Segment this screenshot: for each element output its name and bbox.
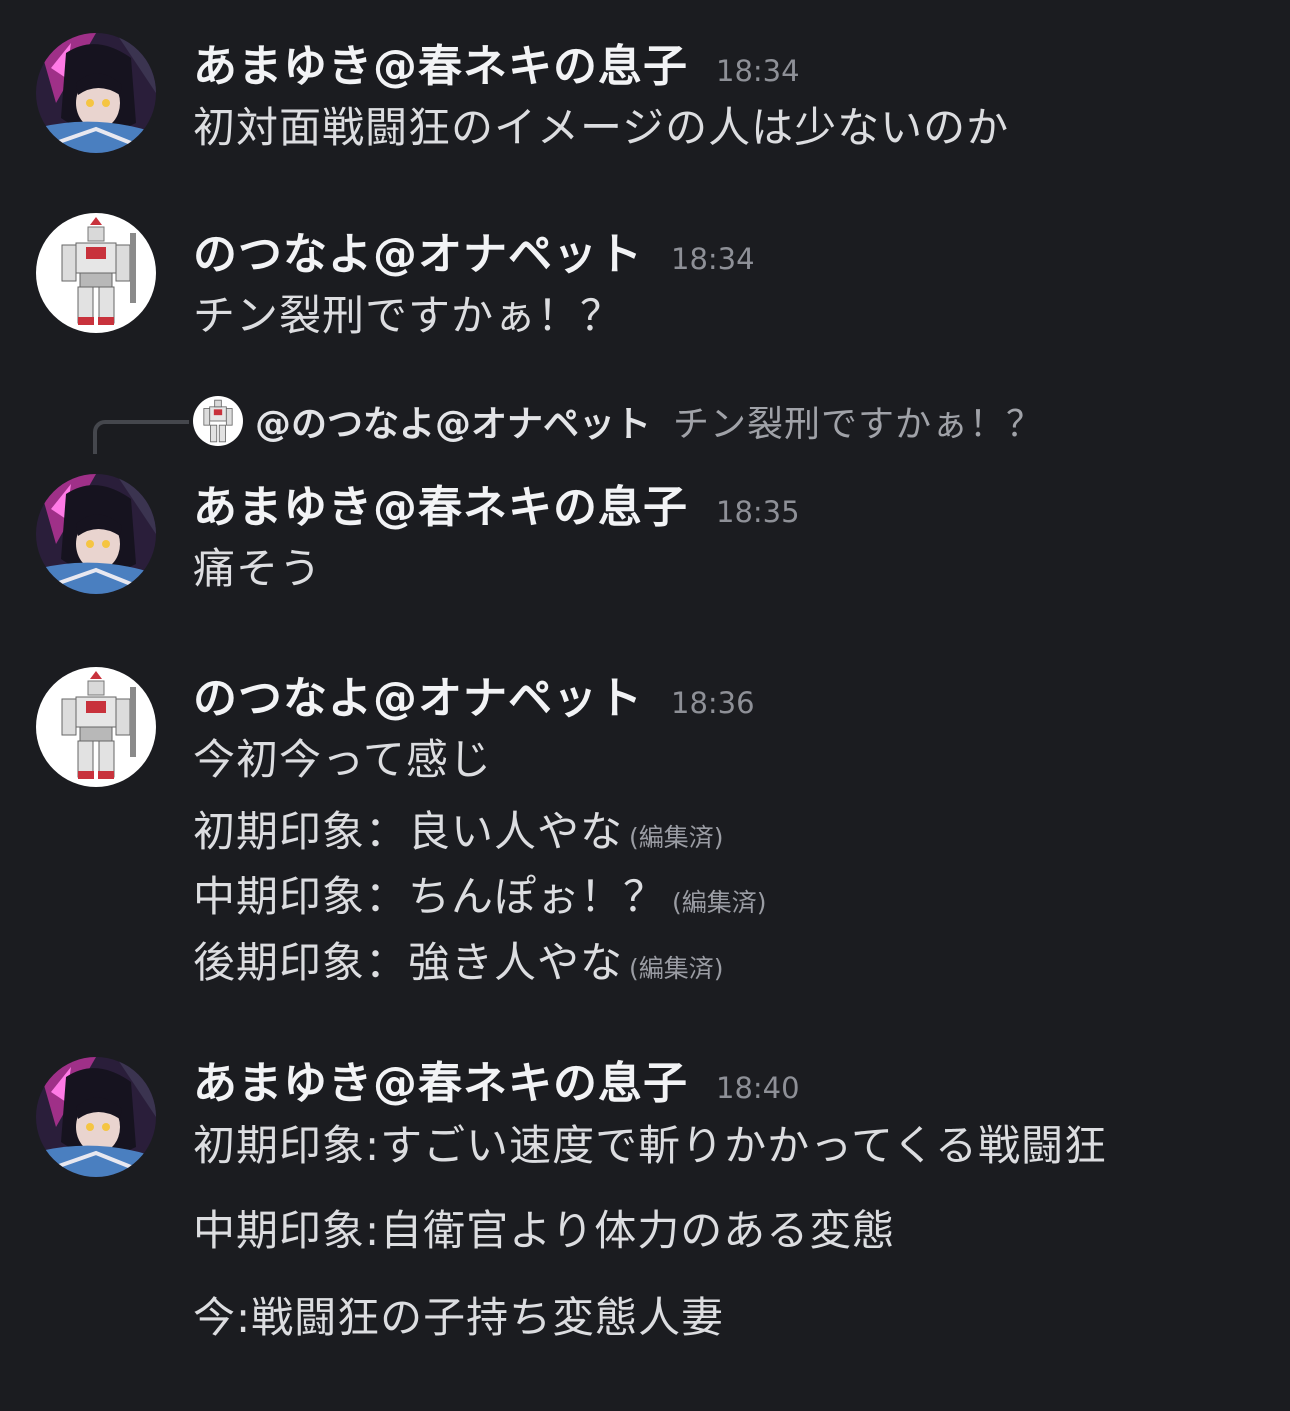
- username[interactable]: あまゆき@春ネキの息子: [193, 471, 688, 535]
- edited-label: (編集済): [629, 823, 724, 852]
- message-line: 初期印象：良い人やな: [193, 807, 624, 856]
- robot-avatar-icon: [193, 396, 243, 446]
- message-header: のつなよ@オナペット 18:34: [193, 218, 755, 280]
- edited-label: (編集済): [672, 888, 767, 917]
- timestamp: 18:36: [671, 686, 755, 720]
- message-text: 今:戦闘狂の子持ち変態人妻: [193, 1293, 725, 1342]
- message-text: チン裂刑ですかぁ！？: [193, 291, 624, 340]
- message-line: 中期印象：ちんぽぉ！？: [193, 872, 667, 921]
- message-text: 初対面戦闘狂のイメージの人は少ないのか: [193, 103, 1010, 152]
- timestamp: 18:34: [716, 54, 800, 88]
- timestamp: 18:34: [671, 242, 755, 276]
- message-text: 痛そう: [193, 544, 323, 593]
- anime-girl-avatar-icon: [36, 33, 156, 153]
- message-text: 中期印象:自衛官より体力のある変態: [193, 1206, 896, 1255]
- robot-avatar-icon: [36, 213, 156, 333]
- reply-mention[interactable]: @のつなよ@オナペット: [255, 395, 651, 447]
- robot-avatar-icon: [36, 667, 156, 787]
- anime-girl-avatar-icon: [36, 474, 156, 594]
- message-text: 初期印象:すごい速度で斬りかかってくる戦闘狂: [193, 1121, 1107, 1170]
- user-avatar[interactable]: [36, 1057, 156, 1177]
- message-header: あまゆき@春ネキの息子 18:40: [193, 1047, 800, 1109]
- message-header: あまゆき@春ネキの息子 18:34: [193, 30, 800, 92]
- timestamp: 18:35: [716, 495, 800, 529]
- user-avatar[interactable]: [36, 213, 156, 333]
- message-text: 今初今って感じ: [193, 735, 492, 784]
- message-text: 初期印象：良い人やな (編集済): [193, 798, 724, 859]
- reply-avatar: [193, 396, 243, 446]
- user-avatar[interactable]: [36, 667, 156, 787]
- message-header: のつなよ@オナペット 18:36: [193, 662, 755, 724]
- reply-preview-text: チン裂刑ですかぁ！？: [673, 404, 1044, 445]
- username[interactable]: のつなよ@オナペット: [193, 662, 643, 726]
- message-line: 後期印象：強き人やな: [193, 938, 624, 987]
- reply-connector: [93, 420, 189, 454]
- username[interactable]: のつなよ@オナペット: [193, 218, 643, 282]
- timestamp: 18:40: [716, 1071, 800, 1105]
- user-avatar[interactable]: [36, 474, 156, 594]
- user-avatar[interactable]: [36, 33, 156, 153]
- message-header: あまゆき@春ネキの息子 18:35: [193, 471, 800, 533]
- username[interactable]: あまゆき@春ネキの息子: [193, 30, 688, 94]
- reply-reference[interactable]: @のつなよ@オナペット チン裂刑ですかぁ！？: [193, 396, 1043, 446]
- username[interactable]: あまゆき@春ネキの息子: [193, 1047, 688, 1111]
- message-text: 中期印象：ちんぽぉ！？ (編集済): [193, 863, 767, 924]
- anime-girl-avatar-icon: [36, 1057, 156, 1177]
- edited-label: (編集済): [629, 954, 724, 983]
- message-text: 後期印象：強き人やな (編集済): [193, 929, 724, 990]
